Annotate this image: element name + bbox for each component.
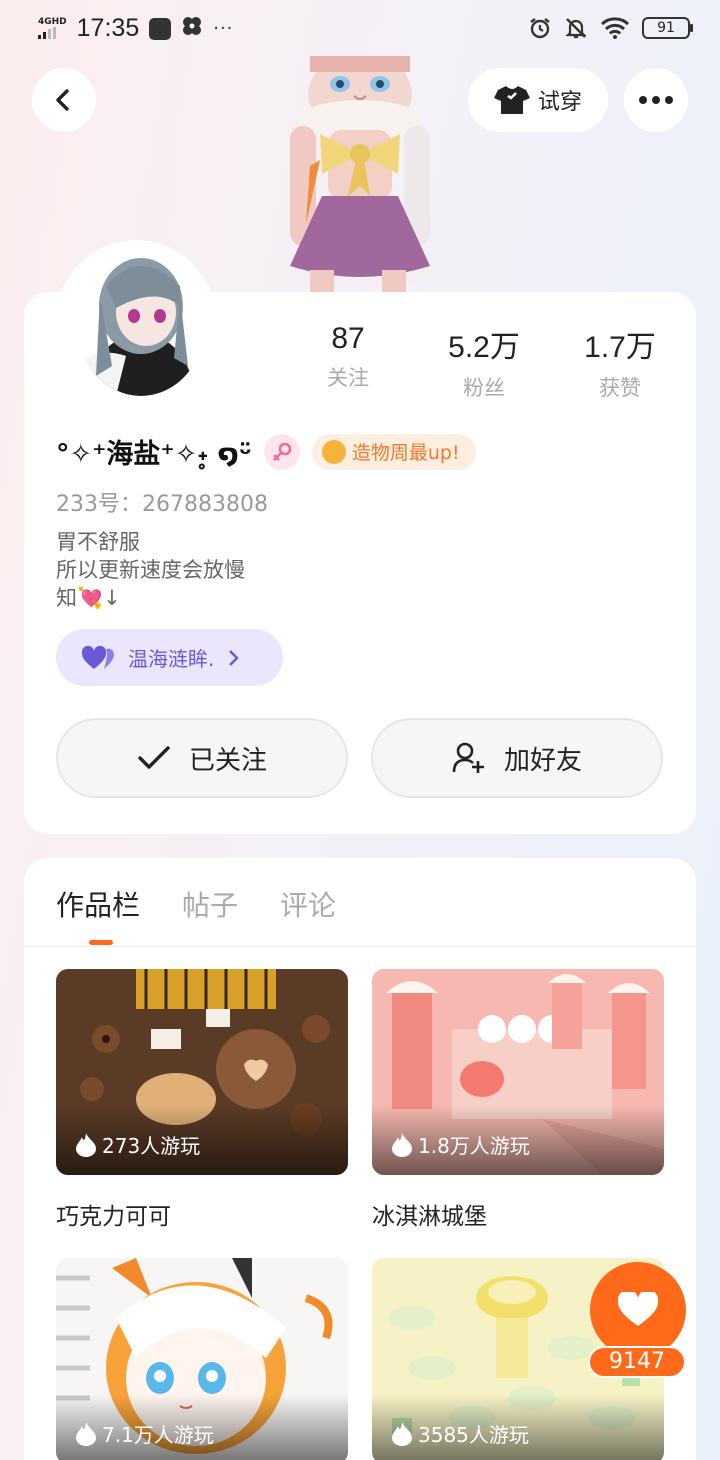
flame-icon bbox=[392, 1132, 412, 1157]
signal-indicator: 4GHD bbox=[38, 18, 67, 39]
female-icon bbox=[263, 433, 300, 470]
alarm-icon bbox=[530, 18, 550, 39]
play-count-label: 1.8万人游玩 bbox=[418, 1134, 530, 1158]
add-user-icon bbox=[452, 742, 484, 773]
play-count-label: 7.1万人游玩 bbox=[102, 1423, 214, 1447]
heart-icon bbox=[618, 1292, 658, 1326]
like-count: 9147 bbox=[588, 1346, 686, 1378]
fan-icon bbox=[181, 15, 203, 42]
following-button[interactable]: 已关注 bbox=[56, 718, 348, 798]
more-notifications-icon: ··· bbox=[213, 18, 234, 39]
bio-line: 知💘↓ bbox=[56, 586, 121, 610]
guild-name: 温海涟眸. bbox=[128, 647, 215, 671]
back-button[interactable] bbox=[32, 68, 96, 132]
chevron-right-icon bbox=[229, 649, 240, 666]
more-dot bbox=[665, 96, 673, 104]
stat-following[interactable]: 87 关注 bbox=[280, 322, 416, 402]
work-item[interactable]: 1.8万人游玩 冰淇淋城堡 bbox=[372, 969, 664, 1231]
work-title: 冰淇淋城堡 bbox=[372, 1204, 487, 1230]
mute-bell-icon bbox=[565, 18, 587, 39]
double-heart-icon bbox=[82, 645, 114, 669]
play-count-label: 273人游玩 bbox=[102, 1134, 201, 1158]
status-bar: 4GHD 17:35 ··· 91 bbox=[0, 0, 720, 56]
content-tabs: 作品栏 帖子 评论 bbox=[56, 884, 336, 924]
network-type: 4GHD bbox=[38, 17, 67, 27]
stat-likes[interactable]: 1.7万 获赞 bbox=[552, 322, 688, 402]
tab-works[interactable]: 作品栏 bbox=[56, 884, 140, 924]
notification-app-icon bbox=[149, 17, 172, 40]
stat-label: 获赞 bbox=[599, 376, 641, 400]
bio-line: 胃不舒服 bbox=[56, 530, 140, 554]
add-friend-button[interactable]: 加好友 bbox=[371, 718, 663, 798]
following-label: 已关注 bbox=[188, 745, 267, 776]
user-id[interactable]: 233号：267883808 bbox=[56, 486, 268, 518]
check-icon bbox=[138, 746, 170, 769]
honor-badge-label: 造物周最up! bbox=[351, 442, 460, 464]
tab-comments[interactable]: 评论 bbox=[280, 884, 336, 924]
try-on-label: 试穿 bbox=[537, 90, 582, 115]
tab-posts[interactable]: 帖子 bbox=[182, 884, 238, 924]
shirt-icon bbox=[493, 86, 530, 114]
stat-value: 1.7万 bbox=[584, 331, 656, 364]
battery-indicator: 91 bbox=[642, 17, 693, 39]
nickname: °✧⁺海盐⁺✧˖̥ ໑ᵕ̈ bbox=[56, 439, 252, 470]
stat-value: 87 bbox=[331, 322, 365, 355]
active-tab-indicator bbox=[89, 940, 113, 945]
work-item[interactable]: 7.1万人游玩 bbox=[56, 1258, 348, 1460]
work-item[interactable]: 273人游玩 巧克力可可 bbox=[56, 969, 348, 1231]
add-friend-label: 加好友 bbox=[503, 745, 582, 776]
chevron-left-icon bbox=[56, 89, 69, 111]
work-thumbnail: 7.1万人游玩 bbox=[56, 1258, 348, 1460]
flame-icon bbox=[76, 1132, 96, 1157]
honor-face-icon bbox=[321, 439, 346, 464]
guild-link[interactable]: 温海涟眸. bbox=[56, 629, 283, 686]
honor-badge[interactable]: 造物周最up! bbox=[311, 433, 476, 470]
status-time: 17:35 bbox=[76, 14, 140, 42]
stat-label: 关注 bbox=[327, 366, 369, 390]
more-dot bbox=[652, 96, 660, 104]
play-count-label: 3585人游玩 bbox=[418, 1423, 529, 1447]
more-dots-icon bbox=[639, 96, 647, 104]
work-title: 巧克力可可 bbox=[56, 1204, 171, 1230]
flame-icon bbox=[392, 1421, 412, 1446]
play-count: 3585人游玩 bbox=[392, 1419, 529, 1448]
profile-stats: 87 关注 5.2万 粉丝 1.7万 获赞 bbox=[280, 322, 700, 402]
play-count: 1.8万人游玩 bbox=[392, 1130, 530, 1159]
avatar[interactable] bbox=[76, 246, 206, 396]
bio-line: 所以更新速度会放慢 bbox=[56, 558, 245, 582]
wifi-icon bbox=[600, 17, 630, 39]
more-options-button[interactable] bbox=[624, 68, 688, 132]
play-count: 7.1万人游玩 bbox=[76, 1419, 214, 1448]
stat-label: 粉丝 bbox=[463, 376, 505, 400]
try-on-button[interactable]: 试穿 bbox=[468, 68, 608, 132]
play-count: 273人游玩 bbox=[76, 1130, 200, 1159]
work-thumbnail: 273人游玩 bbox=[56, 969, 348, 1175]
stat-value: 5.2万 bbox=[448, 331, 520, 364]
work-thumbnail: 1.8万人游玩 bbox=[372, 969, 664, 1175]
bio: 胃不舒服 所以更新速度会放慢 知💘↓ bbox=[56, 528, 245, 612]
flame-icon bbox=[76, 1421, 96, 1446]
tabs-divider bbox=[24, 946, 696, 947]
like-button[interactable] bbox=[590, 1262, 686, 1358]
nickname-row: °✧⁺海盐⁺✧˖̥ ໑ᵕ̈ 造物周最up! bbox=[56, 432, 476, 471]
character-avatar-art[interactable] bbox=[270, 54, 450, 294]
stat-fans[interactable]: 5.2万 粉丝 bbox=[416, 322, 552, 402]
